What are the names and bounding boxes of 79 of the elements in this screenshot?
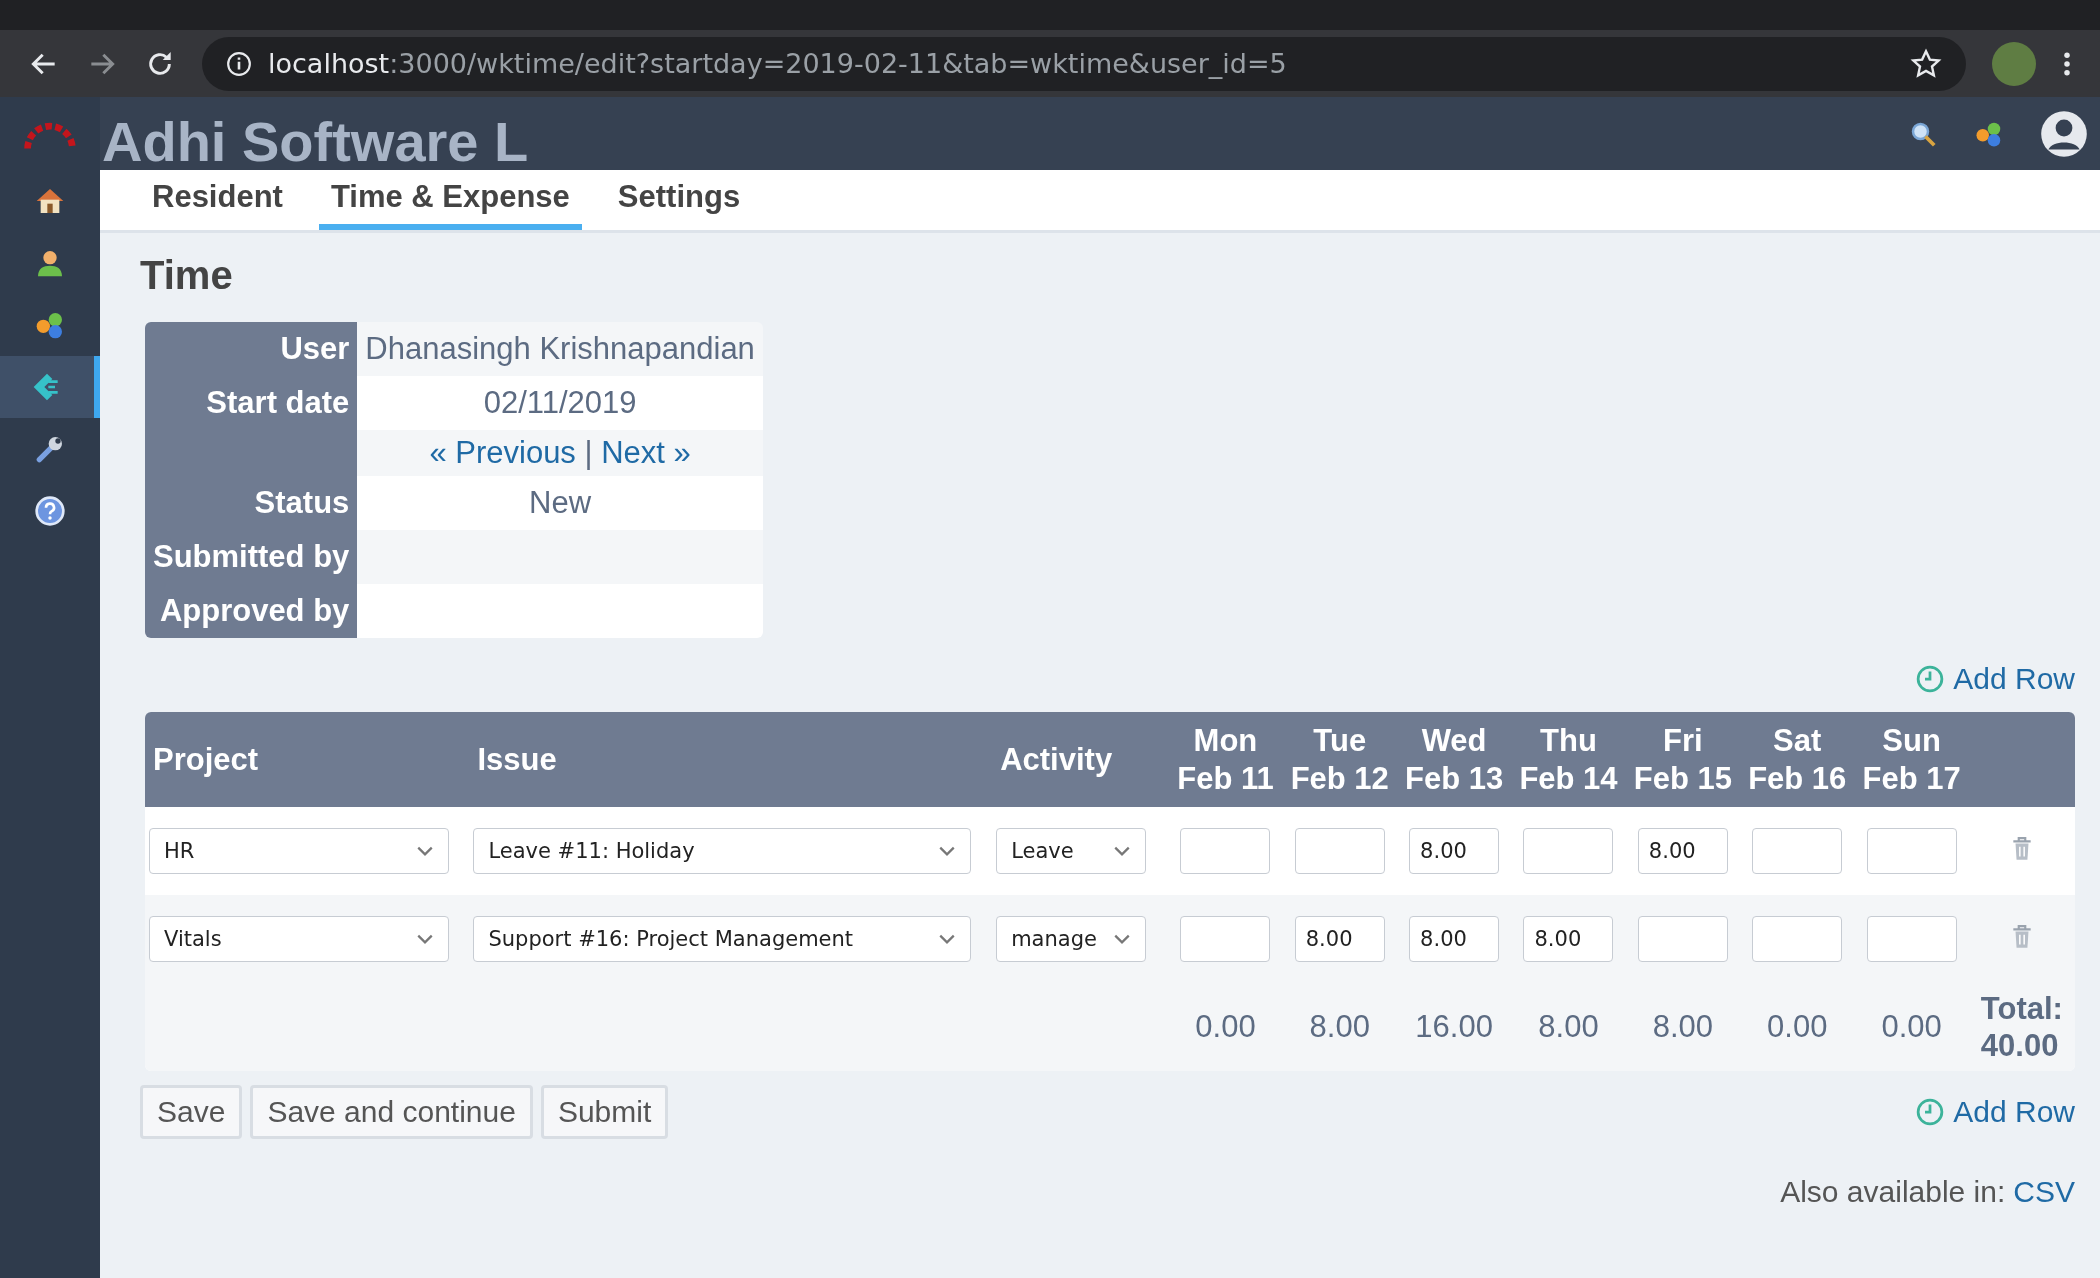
trash-icon[interactable] (2010, 924, 2033, 950)
column-header: Issue (477, 741, 557, 777)
nav-tab[interactable]: Resident (140, 170, 295, 230)
csv-link[interactable]: CSV (2013, 1175, 2075, 1209)
day-total: 8.00 (1538, 1009, 1599, 1044)
hours-input[interactable] (1752, 828, 1843, 874)
hours-input[interactable]: 8.00 (1409, 828, 1500, 874)
column-header: Sat Feb 16 (1748, 722, 1847, 797)
info-icon (226, 50, 252, 77)
column-header: Sun Feb 17 (1862, 722, 1961, 797)
field-label: User (280, 331, 350, 366)
form-button[interactable]: Save and continue (250, 1085, 533, 1139)
add-row-link[interactable]: Add Row (1915, 662, 2075, 696)
trash-icon[interactable] (2010, 836, 2033, 862)
chevron-down-icon (938, 845, 957, 857)
hours-input[interactable] (1180, 916, 1271, 962)
field-label: Submitted by (153, 539, 350, 574)
nav-tab[interactable]: Time & Expense (318, 170, 582, 230)
day-total: 8.00 (1652, 1009, 1714, 1044)
user-avatar-icon[interactable] (2040, 109, 2088, 158)
column-header: Thu Feb 14 (1519, 722, 1618, 797)
hours-input[interactable] (1523, 828, 1614, 874)
sidebar-item[interactable] (0, 356, 100, 418)
column-header: Project (153, 741, 259, 777)
column-header: Tue Feb 12 (1290, 722, 1389, 797)
chevron-down-icon (938, 933, 957, 945)
hours-input[interactable]: 8.00 (1637, 828, 1728, 874)
day-total: 0.00 (1881, 1009, 1942, 1044)
hours-input[interactable] (1180, 828, 1271, 874)
column-header: Wed Feb 13 (1405, 722, 1504, 797)
hours-input[interactable] (1866, 916, 1957, 962)
hours-input[interactable]: 8.00 (1294, 916, 1385, 962)
hours-input[interactable] (1752, 916, 1843, 962)
issue-select[interactable]: Leave #11: Holiday (473, 828, 972, 874)
day-total: 8.00 (1309, 1009, 1370, 1044)
column-header: Mon Feb 11 (1177, 722, 1274, 797)
clock-icon (1915, 664, 1946, 694)
activity-select[interactable]: manage (996, 916, 1147, 962)
field-label: Status (254, 485, 350, 520)
field-label: Start date (206, 385, 350, 420)
issue-select[interactable]: Support #16: Project Management (473, 916, 972, 962)
hours-input[interactable] (1294, 828, 1385, 874)
chevron-down-icon (416, 933, 434, 945)
field-label: Approved by (159, 593, 350, 628)
clock-icon (1915, 1097, 1946, 1127)
form-button[interactable]: Save (140, 1085, 243, 1139)
project-select[interactable]: Vitals (149, 916, 449, 962)
hours-input[interactable]: 8.00 (1523, 916, 1614, 962)
day-total: 0.00 (1767, 1009, 1828, 1044)
address-bar[interactable]: localhost:3000/wktime/edit?startday=2019-02-11&tab=wktime&user_id=5 (202, 36, 1966, 91)
form-button[interactable]: Submit (540, 1085, 669, 1139)
export-label: Also available in: (1780, 1175, 2006, 1209)
activity-select[interactable]: Leave (996, 828, 1147, 874)
day-total: 0.00 (1195, 1009, 1256, 1044)
separator: | (584, 435, 593, 470)
hours-input[interactable] (1637, 916, 1728, 962)
previous-link[interactable]: « Previous (429, 435, 576, 470)
chevron-down-icon (416, 845, 434, 857)
hours-input[interactable]: 8.00 (1409, 916, 1500, 962)
chevron-down-icon (1113, 933, 1132, 945)
profile-avatar[interactable] (1992, 41, 2036, 86)
next-link[interactable]: Next » (601, 435, 691, 470)
hours-input[interactable] (1866, 828, 1957, 874)
star-icon[interactable] (1910, 47, 1942, 80)
add-row-link[interactable]: Add Row (1915, 1095, 2075, 1129)
field-value: 02/11/2019 (483, 385, 637, 420)
url-text: localhost:3000/wktime/edit?startday=2019-02-11&tab=wktime&user_id=5 (268, 48, 1288, 79)
grand-total: Total: 40.00 (1980, 989, 2063, 1065)
app-title: Adhi Software L (101, 113, 529, 170)
nav-tab[interactable]: Settings (605, 170, 753, 230)
day-total: 16.00 (1415, 1009, 1493, 1044)
page-title: Time (140, 253, 234, 298)
field-value: Dhanasingh Krishnapandian (365, 331, 755, 366)
help-icon (34, 495, 66, 527)
project-select[interactable]: HR (149, 828, 449, 874)
column-header: Fri Feb 15 (1633, 722, 1732, 797)
field-value: New (529, 485, 592, 520)
chevron-down-icon (1113, 845, 1132, 857)
column-header: Activity (1000, 741, 1113, 777)
